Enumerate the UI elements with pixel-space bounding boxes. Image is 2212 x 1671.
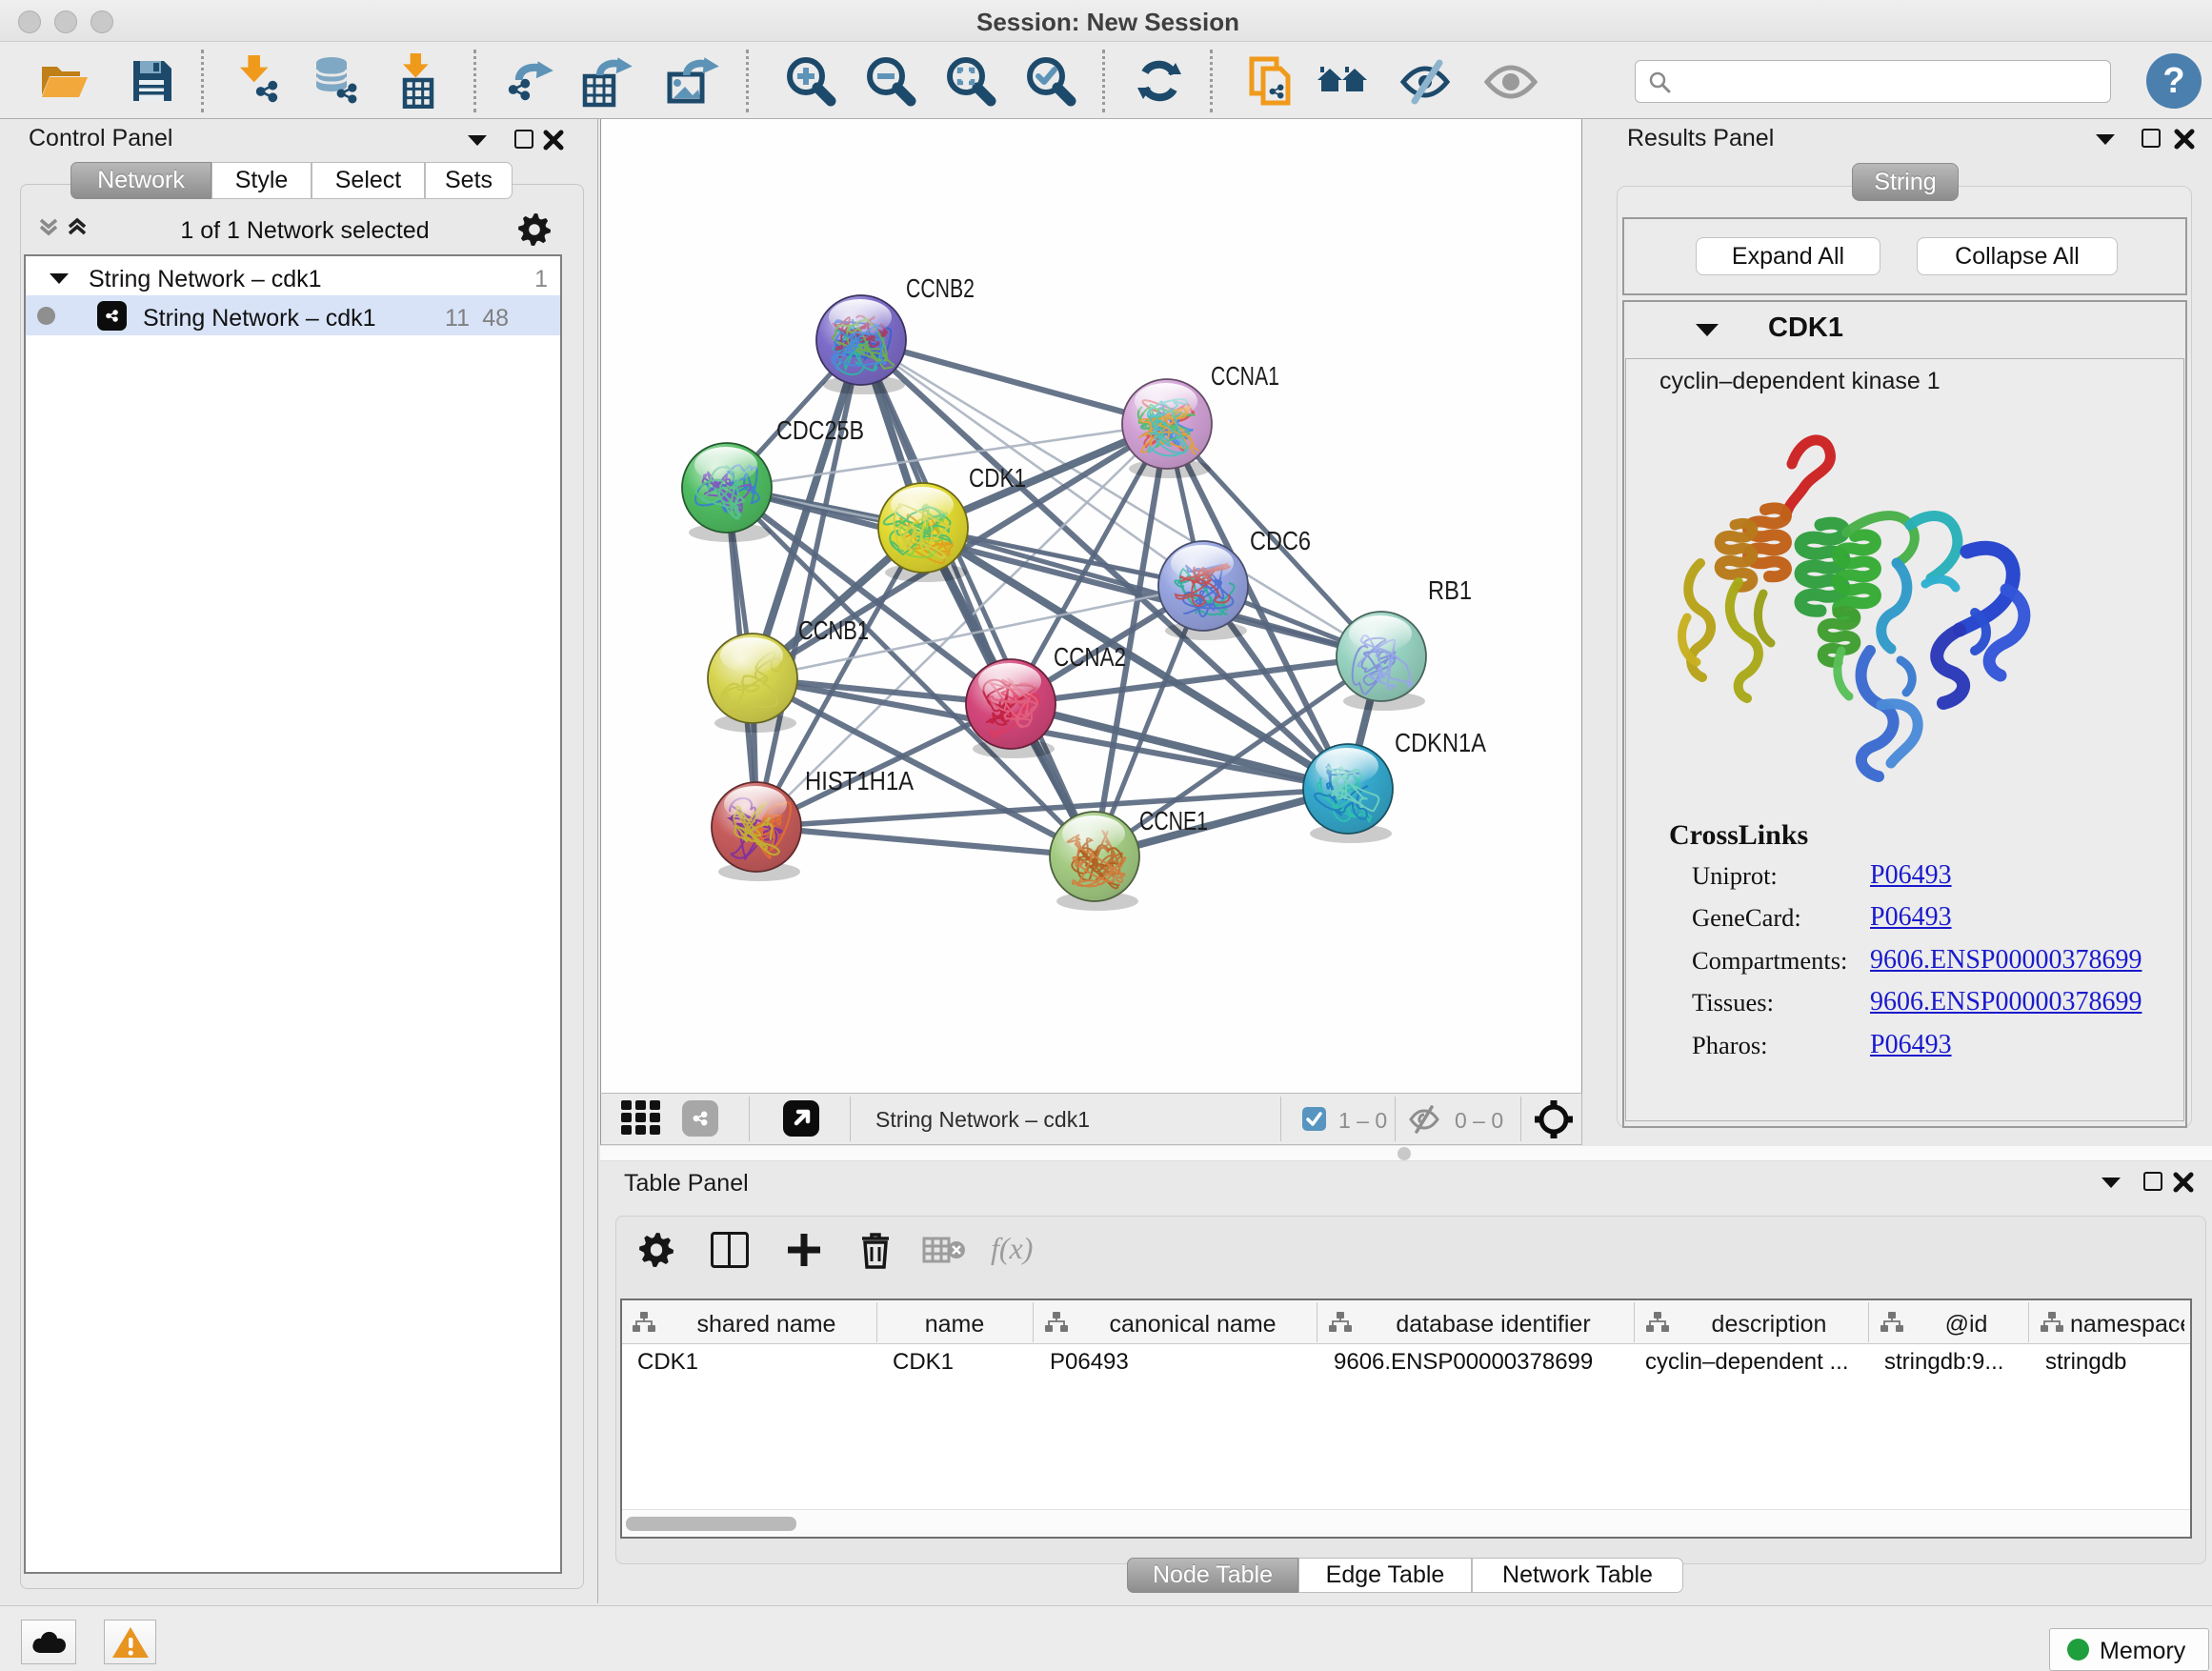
svg-text:CDC6: CDC6 (1250, 526, 1311, 555)
svg-text:HIST1H1A: HIST1H1A (805, 766, 914, 795)
svg-text:CCNA2: CCNA2 (1054, 642, 1126, 672)
svg-text:CCNA1: CCNA1 (1211, 361, 1279, 391)
svg-text:CDK1: CDK1 (969, 463, 1026, 493)
svg-text:RB1: RB1 (1428, 575, 1472, 605)
svg-text:CDC25B: CDC25B (776, 415, 864, 445)
svg-text:CDKN1A: CDKN1A (1395, 728, 1486, 757)
svg-text:CCNB1: CCNB1 (798, 615, 869, 645)
svg-text:CCNB2: CCNB2 (906, 273, 975, 303)
svg-text:CCNE1: CCNE1 (1139, 806, 1208, 836)
